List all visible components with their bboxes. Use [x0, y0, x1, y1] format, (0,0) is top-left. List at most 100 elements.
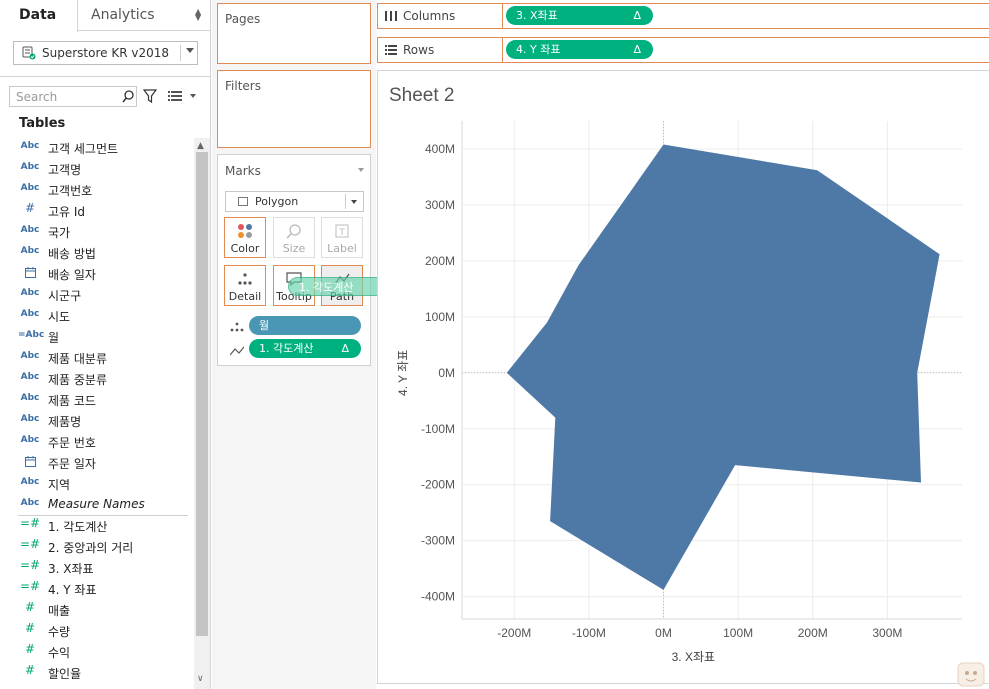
divider — [0, 76, 211, 77]
mark-type-dropdown[interactable]: Polygon — [225, 191, 364, 212]
path-field-pill[interactable]: 1. 각도계산 Δ — [249, 339, 361, 358]
x-tick-label: -200M — [497, 626, 531, 640]
field-item[interactable]: # 고유 Id — [0, 200, 193, 221]
search-input[interactable]: Search — [9, 86, 137, 107]
y-axis-title: 4. Y 좌표 — [396, 350, 410, 396]
calculated-measure-icon: =# — [19, 516, 41, 530]
field-item[interactable]: =# 4. Y 좌표 — [0, 578, 193, 599]
scrollbar-thumb[interactable] — [196, 152, 208, 636]
chevron-down-icon[interactable] — [186, 48, 194, 53]
field-name: 고객명 — [48, 163, 82, 177]
string-icon: Abc — [20, 477, 40, 487]
field-item[interactable]: =# 2. 중앙과의 거리 — [0, 536, 193, 557]
tab-analytics[interactable]: Analytics — [91, 0, 155, 31]
y-tick-label: 300M — [425, 198, 455, 212]
dropdown-divider — [345, 194, 346, 209]
field-item[interactable]: Abc 제품 중분류 — [0, 368, 193, 389]
string-icon: Abc — [20, 309, 40, 319]
field-item[interactable]: Abc 국가 — [0, 221, 193, 242]
worksheet: Sheet 2 400M 300M 200M 100M 0M -100M -200M -300… — [377, 70, 989, 684]
columns-shelf[interactable]: Columns 3. X좌표 Δ — [377, 3, 989, 29]
filters-shelf[interactable]: Filters — [217, 70, 371, 148]
pages-shelf[interactable]: Pages — [217, 3, 371, 64]
tab-scroll-arrows-icon[interactable]: ▲ ▼ — [195, 8, 201, 22]
field-name: 주문 일자 — [48, 457, 96, 471]
field-item[interactable]: Abc 지역 — [0, 473, 193, 494]
field-item[interactable]: Abc 제품명 — [0, 410, 193, 431]
field-name: Measure Names — [48, 497, 145, 511]
tables-header: Tables — [19, 116, 66, 131]
field-item[interactable]: Abc Measure Names — [0, 494, 193, 515]
field-item[interactable]: Abc 시군구 — [0, 284, 193, 305]
field-name: 할인율 — [48, 667, 82, 681]
string-icon: Abc — [20, 372, 40, 382]
chevron-down-icon[interactable] — [358, 168, 364, 172]
field-item[interactable]: Abc 제품 대분류 — [0, 347, 193, 368]
scroll-up-icon[interactable]: ▲ — [197, 141, 204, 151]
field-item[interactable]: # 매출 — [0, 599, 193, 620]
field-list-divider — [18, 515, 188, 516]
field-name: 고객번호 — [48, 184, 93, 198]
field-item[interactable]: Abc 고객번호 — [0, 179, 193, 200]
field-item[interactable]: =# 3. X좌표 — [0, 557, 193, 578]
label-button[interactable]: T Label — [321, 217, 363, 258]
color-button[interactable]: Color — [224, 217, 266, 258]
rows-label: Rows — [403, 43, 435, 57]
search-icon[interactable] — [122, 90, 134, 103]
label-label: Label — [327, 242, 357, 255]
calculated-measure-icon: =# — [19, 558, 41, 572]
field-item[interactable]: # 할인율 — [0, 662, 193, 683]
chevron-down-icon[interactable] — [190, 94, 196, 98]
x-axis-title: 3. X좌표 — [672, 650, 715, 664]
delta-icon: Δ — [341, 342, 349, 355]
polygon-icon — [238, 197, 248, 206]
field-item[interactable]: Abc 고객 세그먼트 — [0, 137, 193, 158]
delta-icon: Δ — [633, 9, 641, 22]
field-item[interactable]: Abc 제품 코드 — [0, 389, 193, 410]
field-item[interactable]: Abc 고객명 — [0, 158, 193, 179]
field-name: 지역 — [48, 478, 71, 492]
svg-text:T: T — [338, 228, 345, 238]
chevron-down-icon[interactable] — [351, 200, 357, 204]
shelf-divider — [502, 38, 503, 62]
size-button[interactable]: Size — [273, 217, 315, 258]
field-item[interactable]: Abc 배송 방법 — [0, 242, 193, 263]
scroll-down-icon[interactable]: ∨ — [197, 674, 204, 684]
field-name: 3. X좌표 — [48, 562, 94, 576]
number-icon: # — [24, 201, 36, 215]
field-name: 시도 — [48, 310, 71, 324]
detail-field-pill[interactable]: 월 — [249, 316, 361, 335]
rows-field-pill[interactable]: 4. Y 좌표 Δ — [506, 40, 653, 59]
field-name: 고객 세그먼트 — [48, 142, 119, 156]
datasource-selector[interactable]: Superstore KR v2018 — [13, 41, 198, 65]
field-item[interactable]: # 수량 — [0, 620, 193, 641]
string-icon: Abc — [20, 414, 40, 424]
field-item[interactable]: Abc 시도 — [0, 305, 193, 326]
field-name: 4. Y 좌표 — [48, 583, 97, 597]
string-icon: Abc — [20, 141, 40, 151]
field-item[interactable]: Abc 주문 번호 — [0, 431, 193, 452]
columns-icon — [385, 11, 397, 21]
path-field-label: 1. 각도계산 — [259, 342, 314, 355]
y-tick-label: 200M — [425, 254, 455, 268]
field-item[interactable]: 배송 일자 — [0, 263, 193, 284]
field-item[interactable]: 주문 일자 — [0, 452, 193, 473]
x-tick-label: -100M — [572, 626, 606, 640]
marks-card: Marks Polygon Color Size T Label Detail … — [217, 154, 371, 366]
calendar-icon — [18, 456, 42, 470]
tab-data[interactable]: Data — [0, 0, 78, 32]
field-name: 수량 — [48, 625, 71, 639]
size-icon — [286, 224, 301, 239]
string-icon: Abc — [20, 435, 40, 445]
field-name: 1. 각도계산 — [48, 520, 108, 534]
x-tick-label: 200M — [798, 626, 828, 640]
columns-field-pill[interactable]: 3. X좌표 Δ — [506, 6, 653, 25]
rows-shelf[interactable]: Rows 4. Y 좌표 Δ — [377, 37, 989, 63]
field-item[interactable]: =# 1. 각도계산 — [0, 515, 193, 536]
calendar-icon — [18, 267, 42, 281]
detail-button[interactable]: Detail — [224, 265, 266, 306]
filter-icon[interactable] — [143, 89, 157, 103]
list-view-icon[interactable] — [168, 90, 182, 102]
field-item[interactable]: # 수익 — [0, 641, 193, 662]
field-item[interactable]: =Abc 월 — [0, 326, 193, 347]
